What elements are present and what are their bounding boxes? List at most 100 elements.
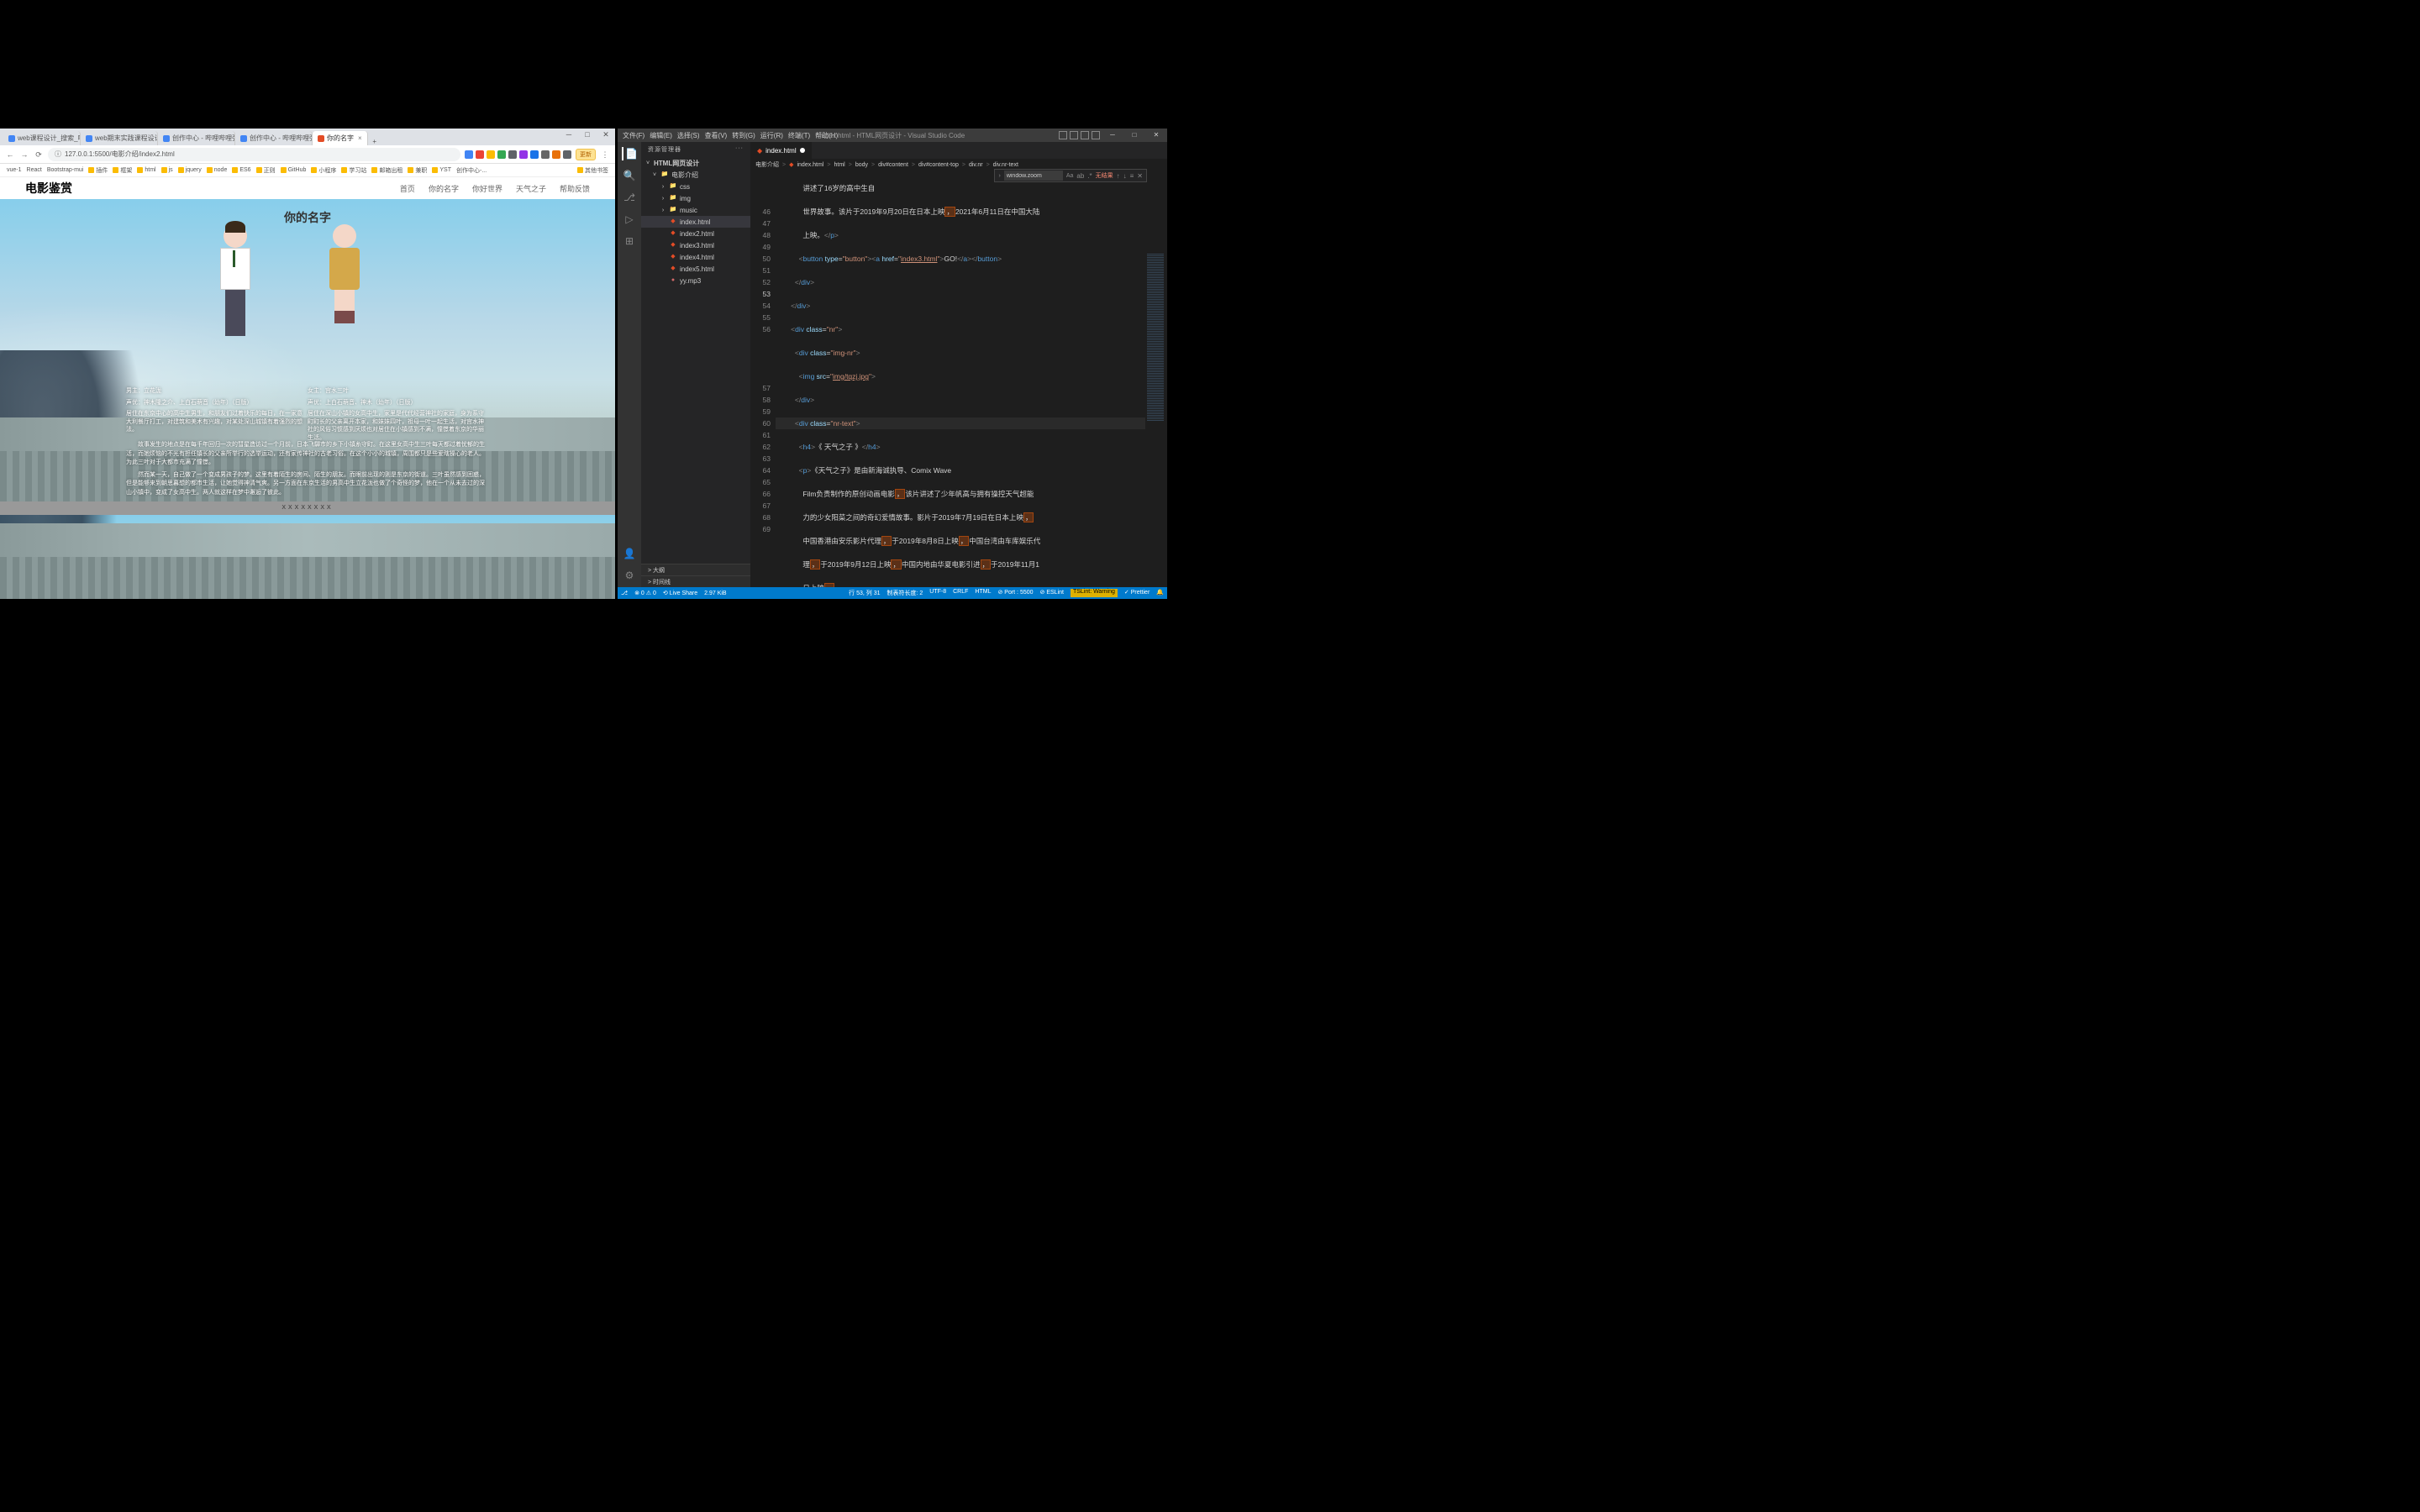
timeline-section[interactable]: > 时间线 [641,575,750,587]
extension-icon[interactable] [541,150,550,159]
browser-tab-active[interactable]: 你的名字× [313,131,368,145]
status-cursor-position[interactable]: 行 53, 列 31 [849,589,880,597]
nav-link[interactable]: 帮助反馈 [560,183,590,194]
page-logo[interactable]: 电影鉴赏 [25,180,72,197]
bookmark-folder[interactable]: 框架 [113,166,132,175]
account-icon[interactable]: 👤 [623,547,636,560]
extension-icon[interactable] [476,150,484,159]
find-input[interactable] [1004,171,1063,181]
tree-file[interactable]: ◆index3.html [641,239,750,251]
browser-tab[interactable]: web期末实践课程设计_初...× [81,131,158,145]
tree-folder[interactable]: ›📁music [641,204,750,216]
extension-icon[interactable] [465,150,473,159]
source-control-icon[interactable]: ⎇ [623,191,636,204]
nav-link[interactable]: 你好世界 [472,183,502,194]
tree-file[interactable]: ●yy.mp3 [641,275,750,286]
bookmark[interactable]: vue-1 [7,167,22,173]
find-selection-button[interactable]: ≡ [1130,172,1134,180]
minimap[interactable] [1145,171,1167,587]
new-tab-button[interactable]: + [368,138,381,145]
tree-file[interactable]: ◆index5.html [641,263,750,275]
layout-icon[interactable] [1081,131,1089,139]
bookmark-folder[interactable]: GitHub [281,167,307,173]
menu-goto[interactable]: 转到(G) [732,131,755,140]
tree-file-selected[interactable]: ◆index.html [641,216,750,228]
menu-terminal[interactable]: 终端(T) [788,131,810,140]
bookmark[interactable]: 创作中心-... [456,166,487,175]
status-indent[interactable]: 制表符长度: 2 [886,589,923,597]
status-port[interactable]: ⊘ Port : 5500 [997,589,1033,597]
browser-tab[interactable]: 创作中心 - 哔哩哔哩弹幕...× [235,131,313,145]
browser-tab[interactable]: 创作中心 - 哔哩哔哩弹幕...× [158,131,235,145]
status-notifications-icon[interactable]: 🔔 [1156,589,1164,597]
menu-selection[interactable]: 选择(S) [677,131,700,140]
extension-icon[interactable] [519,150,528,159]
bookmark-folder[interactable]: 小程序 [311,166,336,175]
minimize-button[interactable]: ─ [1102,129,1123,142]
close-button[interactable]: ✕ [1145,129,1167,142]
find-prev-button[interactable]: ↑ [1117,172,1120,180]
close-icon[interactable]: × [358,134,362,142]
debug-icon[interactable]: ▷ [623,213,636,226]
status-branch[interactable]: ⎇ [621,590,628,596]
nav-link[interactable]: 你的名字 [429,183,459,194]
bookmark-folder[interactable]: YST [432,167,451,173]
maximize-button[interactable]: □ [1123,129,1145,142]
nav-link[interactable]: 首页 [400,183,415,194]
extension-icon[interactable] [530,150,539,159]
site-info-icon[interactable]: ⓘ [55,148,61,161]
extension-icon[interactable] [563,150,571,159]
extension-icon[interactable] [552,150,560,159]
explorer-icon[interactable]: 📄 [622,147,635,160]
reload-button[interactable]: ⟳ [34,150,44,160]
status-liveshare[interactable]: ⟲ Live Share [663,590,697,596]
editor-tab-active[interactable]: ◆index.html [750,142,813,159]
layout-icon[interactable] [1070,131,1078,139]
update-button[interactable]: 更新 [576,149,596,160]
status-prettier[interactable]: ✓ Prettier [1124,589,1150,597]
menu-run[interactable]: 运行(R) [760,131,783,140]
bookmark-folder[interactable]: 正则 [256,166,276,175]
bookmark[interactable]: React [27,167,42,173]
layout-icon[interactable] [1092,131,1100,139]
bookmark-folder[interactable]: jquery [178,167,202,173]
bookmark[interactable]: Bootstrap-mui [47,167,84,173]
find-next-button[interactable]: ↓ [1123,172,1127,180]
find-toggle-icon[interactable]: › [998,173,1000,179]
extension-icon[interactable] [497,150,506,159]
address-bar[interactable]: ⓘ127.0.0.1:5500/电影介绍/index2.html [48,148,460,161]
browser-tab[interactable]: web课程设计_搜索_哔哩...× [3,131,81,145]
menu-edit[interactable]: 编辑(E) [650,131,672,140]
find-close-button[interactable]: ✕ [1137,172,1143,180]
find-regex-button[interactable]: .* [1087,172,1092,180]
status-encoding[interactable]: UTF-8 [929,589,946,597]
tree-folder[interactable]: ˅📁电影介绍 [641,169,750,181]
extensions-icon[interactable]: ⊞ [623,234,636,248]
tree-file[interactable]: ◆index2.html [641,228,750,239]
layout-icon[interactable] [1059,131,1067,139]
status-tslint[interactable]: TSLint: Warning [1071,589,1118,597]
find-word-button[interactable]: ab [1076,172,1084,180]
status-language[interactable]: HTML [975,589,991,597]
web-page[interactable]: 电影鉴赏 首页 你的名字 你好世界 天气之子 帮助反馈 你的名字 男主：立花泷 … [0,177,615,599]
code-editor[interactable]: 46 47 48 49 50 51 52 53 54 55 56 57 58 5… [750,171,1167,587]
bookmark-folder[interactable]: 学习站 [341,166,366,175]
status-errors[interactable]: ⊗ 0 ⚠ 0 [634,590,656,596]
forward-button[interactable]: → [19,150,29,160]
minimize-button[interactable]: ─ [563,130,575,139]
bookmark-folder[interactable]: js [161,167,173,173]
tree-folder[interactable]: ›📁img [641,192,750,204]
menu-button[interactable]: ⋮ [600,150,610,160]
outline-section[interactable]: > 大纲 [641,564,750,575]
tree-file[interactable]: ◆index4.html [641,251,750,263]
find-case-button[interactable]: Aa [1066,173,1074,179]
tree-folder[interactable]: ›📁css [641,181,750,192]
gear-icon[interactable]: ⚙ [623,569,636,582]
search-icon[interactable]: 🔍 [623,169,636,182]
extension-icon[interactable] [487,150,495,159]
status-eol[interactable]: CRLF [953,589,968,597]
bookmark-folder[interactable]: 插件 [88,166,108,175]
close-button[interactable]: ✕ [600,130,612,139]
other-bookmarks[interactable]: 其他书签 [577,166,608,175]
code-content[interactable]: 讲述了16岁的高中生自 世界故事。该片于2019年9月20日在日本上映，2021… [776,171,1145,587]
